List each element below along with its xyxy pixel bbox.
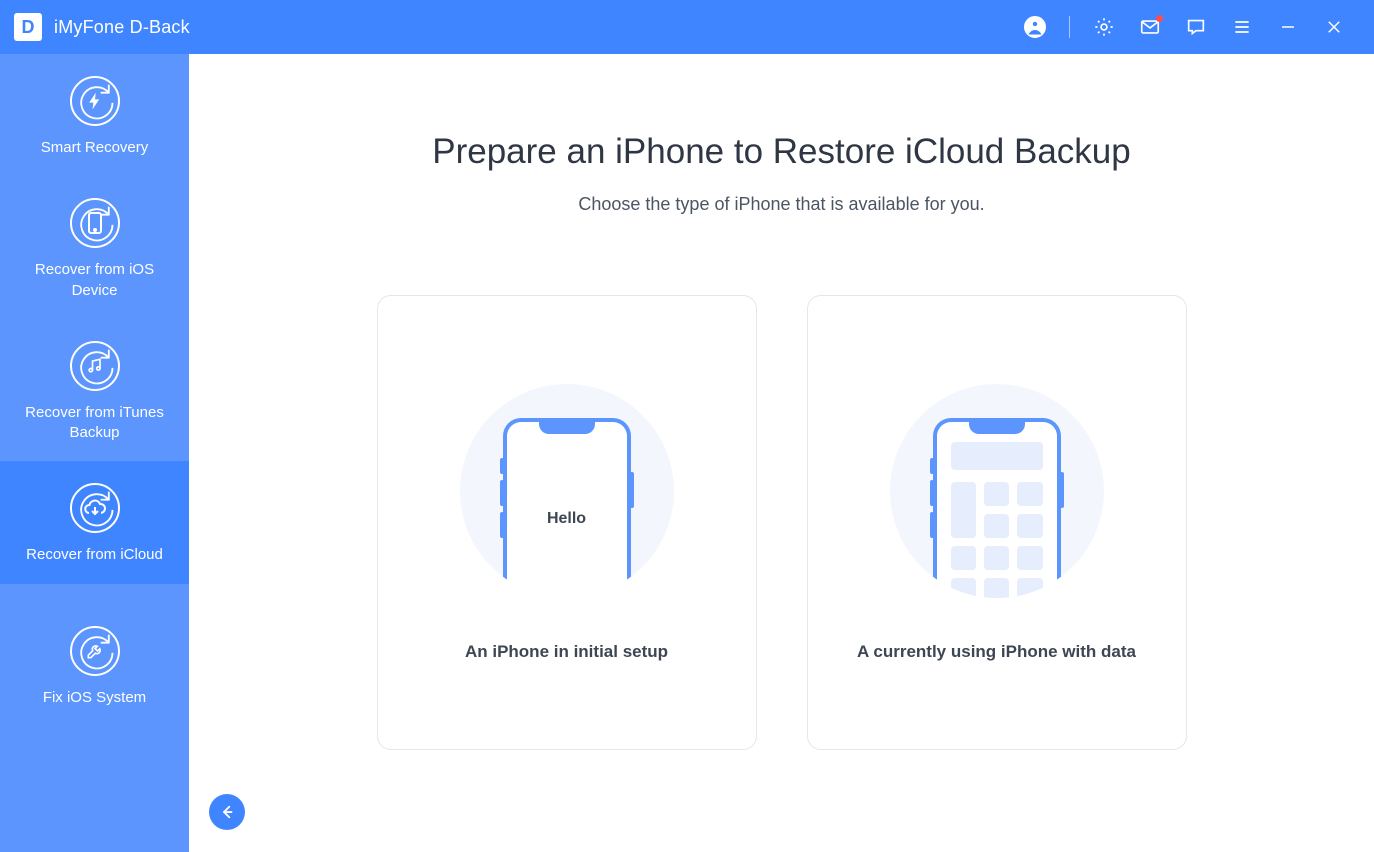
music-refresh-icon	[70, 341, 120, 391]
back-button[interactable]	[209, 794, 245, 830]
close-icon[interactable]	[1322, 15, 1346, 39]
lightning-refresh-icon	[70, 76, 120, 126]
cloud-download-icon	[70, 483, 120, 533]
page-title: Prepare an iPhone to Restore iCloud Back…	[432, 132, 1130, 172]
account-icon[interactable]	[1023, 15, 1047, 39]
sidebar-item-label: Recover from iOS Device	[20, 260, 170, 301]
app-title: iMyFone D-Back	[54, 17, 190, 38]
mail-icon[interactable]	[1138, 15, 1162, 39]
titlebar: D iMyFone D-Back	[0, 0, 1374, 54]
titlebar-actions	[1023, 15, 1374, 39]
card-caption: An iPhone in initial setup	[465, 642, 668, 662]
app-logo: D	[14, 13, 42, 41]
sidebar-item-itunes-backup[interactable]: Recover from iTunes Backup	[0, 319, 189, 462]
sidebar: Smart Recovery Recover from iOS Device	[0, 54, 189, 852]
menu-icon[interactable]	[1230, 15, 1254, 39]
card-current-iphone[interactable]: A currently using iPhone with data	[807, 295, 1187, 750]
titlebar-divider	[1069, 16, 1070, 38]
phone-apps-icon	[933, 418, 1061, 598]
arrow-left-icon	[218, 803, 236, 821]
sidebar-item-label: Recover from iCloud	[26, 545, 163, 565]
phone-refresh-icon	[70, 198, 120, 248]
card-initial-setup[interactable]: Hello An iPhone in initial setup	[377, 295, 757, 750]
illustration-current-iphone	[890, 384, 1104, 598]
sidebar-item-label: Recover from iTunes Backup	[20, 403, 170, 444]
settings-icon[interactable]	[1092, 15, 1116, 39]
sidebar-item-label: Smart Recovery	[41, 138, 149, 158]
page-subtitle: Choose the type of iPhone that is availa…	[578, 194, 984, 215]
sidebar-item-icloud[interactable]: Recover from iCloud	[0, 461, 189, 583]
notification-dot	[1156, 15, 1163, 22]
sidebar-item-smart-recovery[interactable]: Smart Recovery	[0, 54, 189, 176]
wrench-refresh-icon	[70, 626, 120, 676]
sidebar-item-label: Fix iOS System	[43, 688, 146, 708]
phone-greeting-text: Hello	[507, 510, 627, 528]
phone-hello-icon: Hello	[503, 418, 631, 598]
sidebar-item-ios-device[interactable]: Recover from iOS Device	[0, 176, 189, 319]
illustration-initial-setup: Hello	[460, 384, 674, 598]
option-cards: Hello An iPhone in initial setup	[377, 295, 1187, 750]
feedback-icon[interactable]	[1184, 15, 1208, 39]
card-caption: A currently using iPhone with data	[857, 642, 1136, 662]
minimize-icon[interactable]	[1276, 15, 1300, 39]
main-content: Prepare an iPhone to Restore iCloud Back…	[189, 54, 1374, 852]
sidebar-item-fix-ios[interactable]: Fix iOS System	[0, 604, 189, 726]
